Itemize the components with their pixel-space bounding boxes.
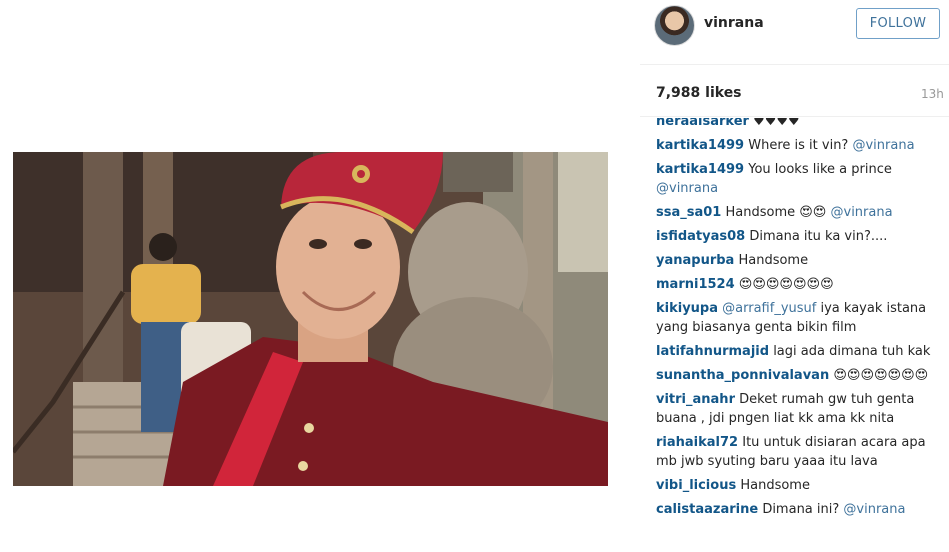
comment-username[interactable]: isfidatyas08 [656, 229, 745, 244]
comment-text: Handsome 😍😍 [725, 205, 827, 220]
comment-text: Handsome [738, 253, 809, 268]
comment-item: riahaikal72 Itu untuk disiaran acara apa… [656, 433, 944, 471]
photo-area [0, 0, 640, 552]
comment-item: heraalsarker ♥♥♥♥ [656, 118, 944, 131]
comment-item: sunantha_ponnivalavan 😍😍😍😍😍😍😍 [656, 366, 944, 385]
post-header: vinrana FOLLOW [640, 0, 949, 65]
comment-username[interactable]: riahaikal72 [656, 435, 738, 450]
comment-username[interactable]: kikiyupa [656, 301, 718, 316]
comment-mention[interactable]: @vinrana [656, 181, 718, 196]
comment-item: calistaazarine Dimana ini? @vinrana [656, 500, 944, 519]
comment-username[interactable]: kartika1499 [656, 162, 744, 177]
comment-username[interactable]: marni1524 [656, 277, 735, 292]
comment-item: yanapurba Handsome [656, 251, 944, 270]
comment-text: 😍😍😍😍😍😍😍 [738, 277, 834, 292]
comment-username[interactable]: calistaazarine [656, 502, 758, 517]
comment-item: kikiyupa @arrafif_yusuf iya kayak istana… [656, 299, 944, 337]
comment-mention[interactable]: @vinrana [852, 138, 914, 153]
comment-mention[interactable]: @vinrana [843, 502, 905, 517]
comment-mention[interactable]: @arrafif_yusuf [722, 301, 816, 316]
comment-username[interactable]: latifahnurmajid [656, 344, 769, 359]
comment-item: marni1524 😍😍😍😍😍😍😍 [656, 275, 944, 294]
comment-text: lagi ada dimana tuh kak [773, 344, 931, 359]
comment-text: Where is it vin? [748, 138, 849, 153]
follow-button[interactable]: FOLLOW [856, 8, 940, 39]
likes-row: 7,988 likes 13h [640, 64, 949, 117]
comment-text: You looks like a prince [748, 162, 892, 177]
comment-username[interactable]: heraalsarker [656, 118, 749, 129]
comment-username[interactable]: sunantha_ponnivalavan [656, 368, 829, 383]
comment-username[interactable]: yanapurba [656, 253, 734, 268]
comment-item: kartika1499 You looks like a prince @vin… [656, 160, 944, 198]
comment-item: isfidatyas08 Dimana itu ka vin?.... [656, 227, 944, 246]
comment-text: Dimana ini? [762, 502, 840, 517]
comment-text: Handsome [740, 478, 810, 493]
comment-item: vibi_licious Handsome [656, 476, 944, 495]
comment-username[interactable]: kartika1499 [656, 138, 744, 153]
comment-text: Dimana itu ka vin?.... [749, 229, 888, 244]
comment-mention[interactable]: @vinrana [831, 205, 893, 220]
comment-item: vitri_anahr Deket rumah gw tuh genta bua… [656, 390, 944, 428]
comment-item: latifahnurmajid lagi ada dimana tuh kak [656, 342, 944, 361]
comments-list[interactable]: heraalsarker ♥♥♥♥ kartika1499 Where is it… [656, 118, 944, 552]
comment-username[interactable]: ssa_sa01 [656, 205, 721, 220]
comment-text: ♥♥♥♥ [753, 118, 800, 129]
comment-text: 😍😍😍😍😍😍😍 [833, 368, 929, 383]
comment-username[interactable]: vibi_licious [656, 478, 736, 493]
post-photo[interactable] [13, 152, 608, 486]
selfie-image [13, 152, 608, 486]
comment-item: kartika1499 Where is it vin? @vinrana [656, 136, 944, 155]
comment-username[interactable]: vitri_anahr [656, 392, 735, 407]
likes-count[interactable]: 7,988 likes [656, 85, 742, 101]
comment-item: ssa_sa01 Handsome 😍😍 @vinrana [656, 203, 944, 222]
post-time[interactable]: 13h [921, 87, 944, 101]
post-sidebar: vinrana FOLLOW 7,988 likes 13h heraalsar… [640, 0, 949, 552]
avatar[interactable] [654, 5, 695, 46]
username-link[interactable]: vinrana [704, 15, 764, 31]
